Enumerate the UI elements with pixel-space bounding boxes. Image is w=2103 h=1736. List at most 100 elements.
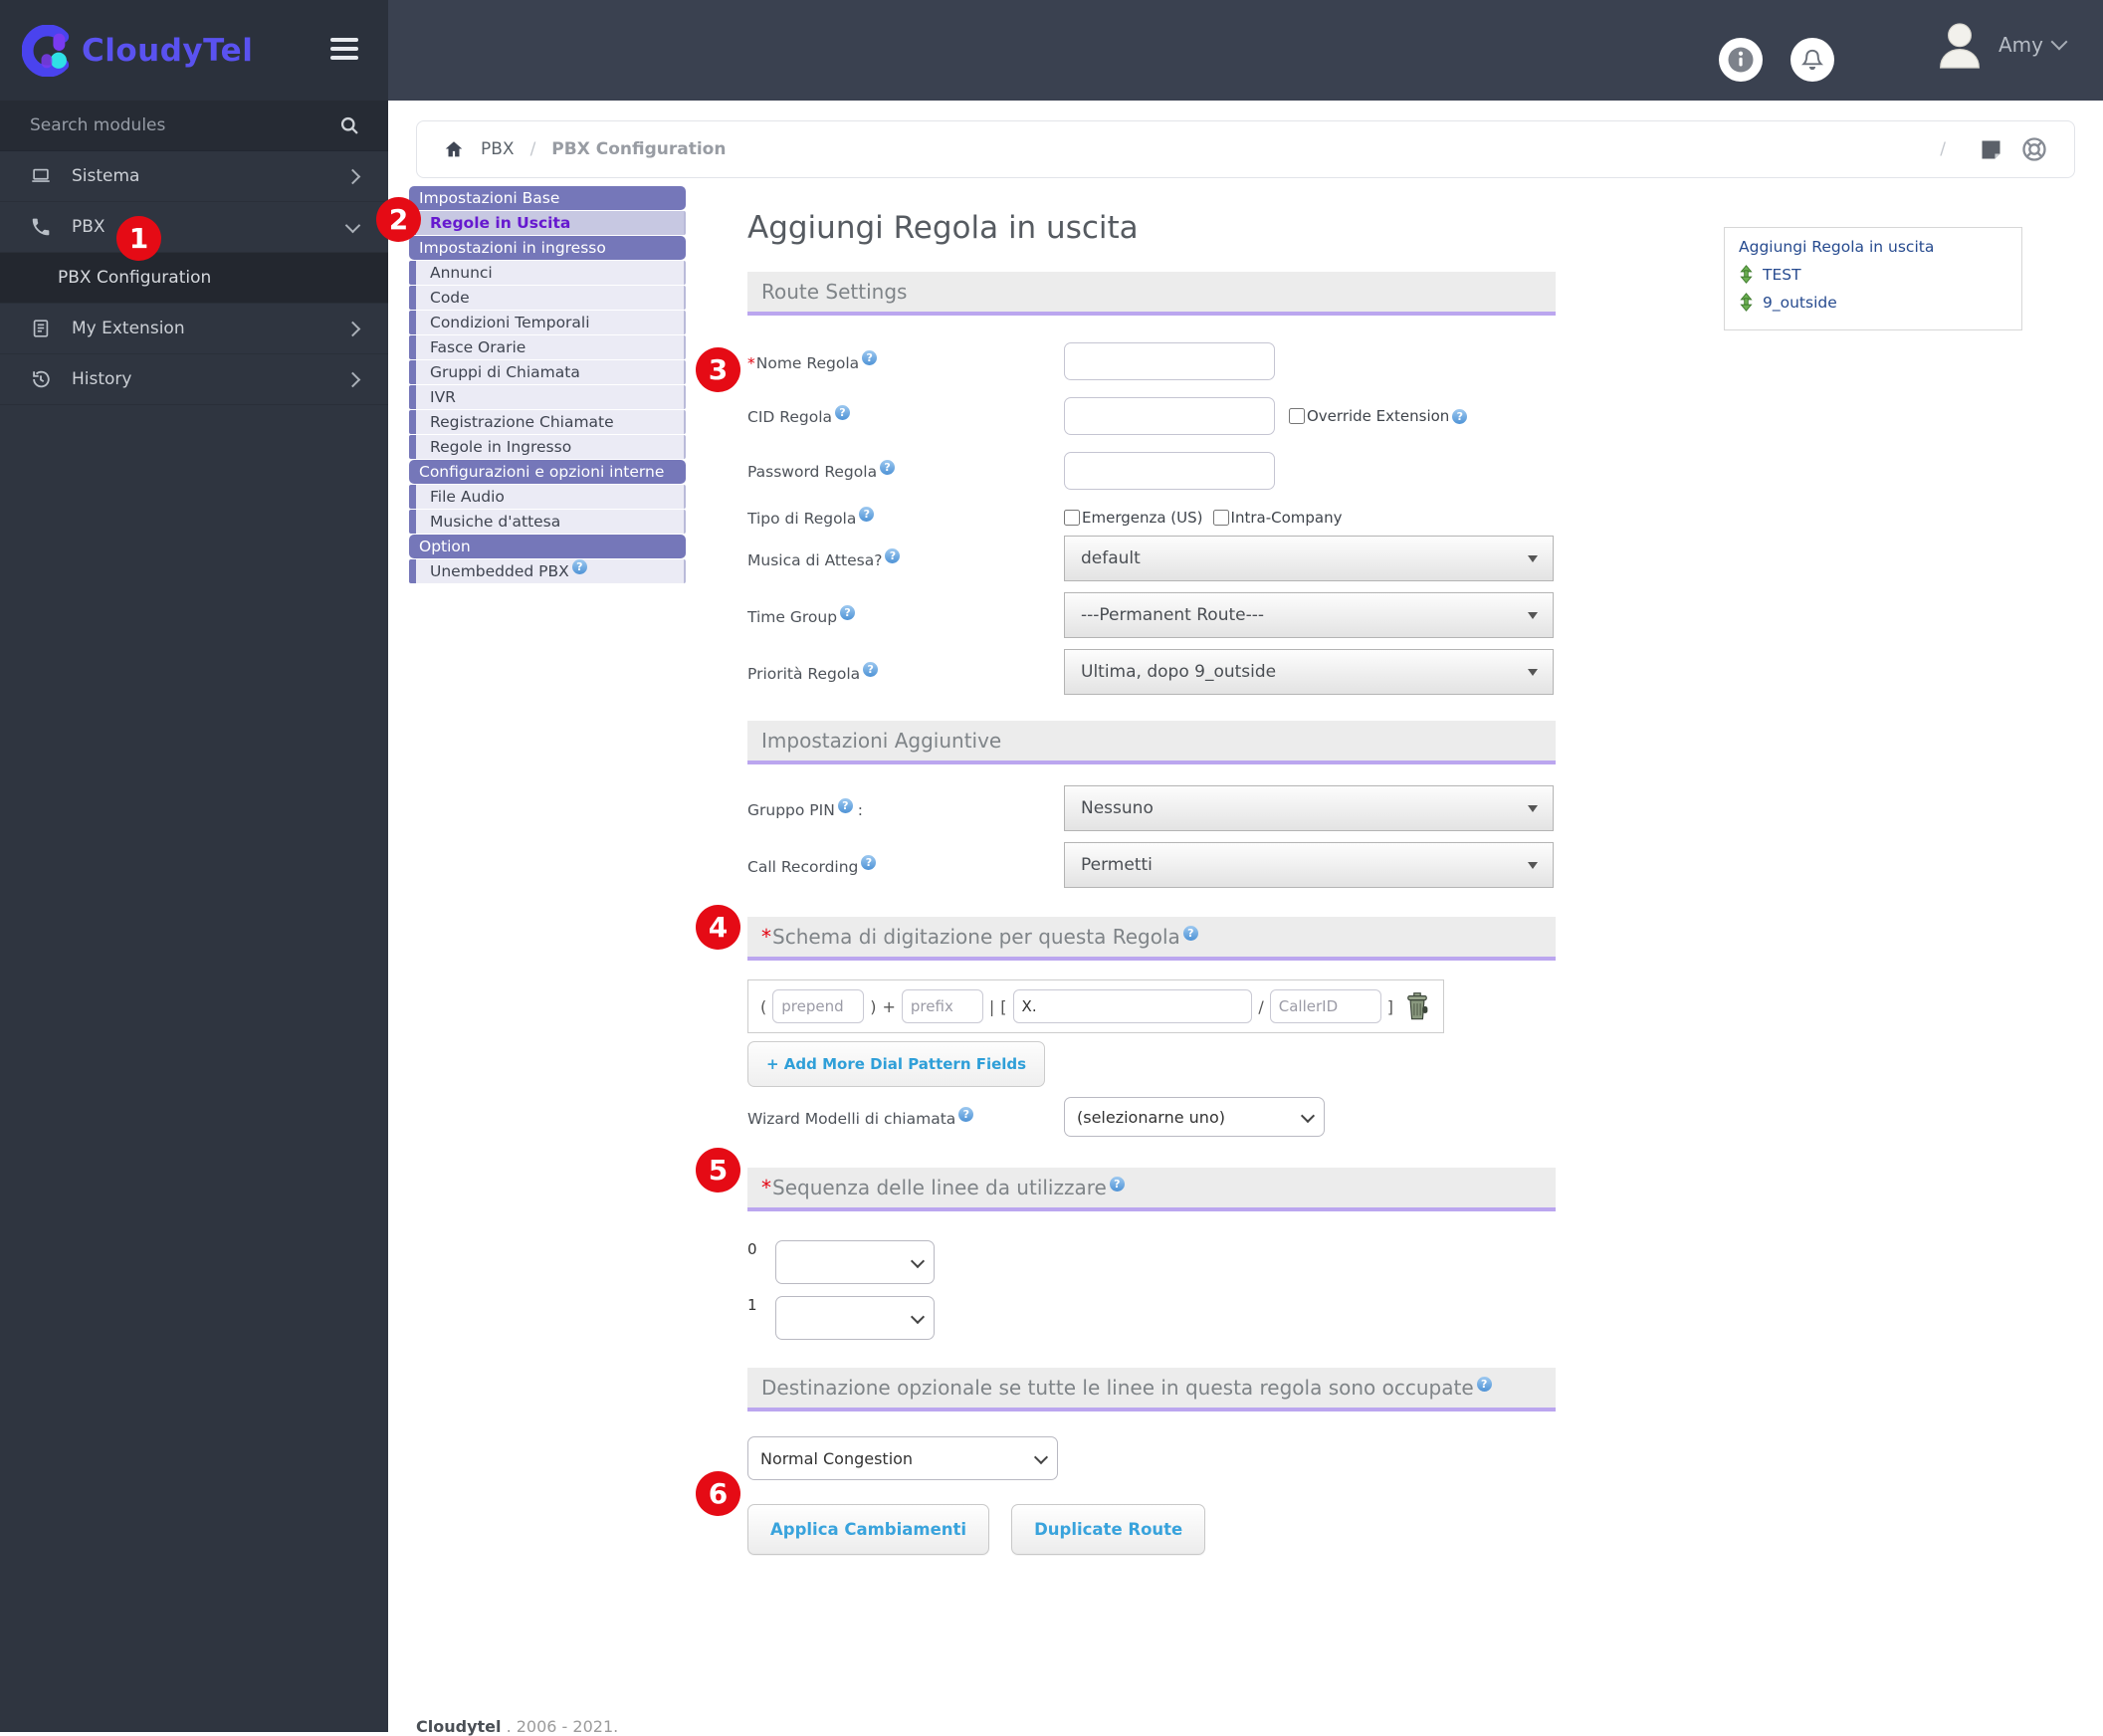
breadcrumb-trailing-slash: /	[1940, 139, 1946, 159]
trash-icon[interactable]	[1403, 991, 1431, 1021]
sidebar-item-my-extension[interactable]: My Extension	[0, 304, 388, 354]
submenu-item-condizioni-temporali[interactable]: Condizioni Temporali	[409, 311, 686, 334]
submenu-item-regole-in-uscita[interactable]: Regole in Uscita	[409, 211, 686, 235]
submenu-item-musiche-dattesa[interactable]: Musiche d'attesa	[409, 510, 686, 534]
submenu-item-gruppi-di-chiamata[interactable]: Gruppi di Chiamata	[409, 360, 686, 384]
section-impostazioni-aggiuntive: Impostazioni Aggiuntive	[747, 721, 1556, 765]
help-icon[interactable]	[571, 559, 587, 574]
row-password-regola: Password Regola	[747, 452, 1556, 490]
add-dial-pattern-button[interactable]: + Add More Dial Pattern Fields	[747, 1041, 1046, 1088]
prefix-input[interactable]	[901, 989, 983, 1024]
search-input[interactable]	[28, 114, 339, 136]
support-lifering-icon[interactable]	[2020, 135, 2048, 163]
help-icon[interactable]	[840, 604, 856, 620]
row-musica-di-attesa: Musica di Attesa? default	[747, 536, 1556, 582]
help-icon[interactable]	[863, 661, 879, 677]
home-icon[interactable]	[443, 138, 465, 160]
submenu-item-unembedded-pbx[interactable]: Unembedded PBX	[409, 559, 686, 583]
emergenza-checkbox[interactable]	[1064, 509, 1080, 526]
user-menu[interactable]: Amy	[1931, 16, 2068, 74]
submenu-item-regole-in-ingresso[interactable]: Regole in Ingresso	[409, 435, 686, 459]
note-icon[interactable]	[1978, 136, 2004, 163]
musica-di-attesa-select[interactable]: default	[1064, 536, 1554, 582]
field-label: Wizard Modelli di chiamata	[747, 1109, 956, 1128]
outbound-route-form: Aggiungi Regola in uscita Route Settings…	[747, 210, 1556, 1556]
intra-company-checkbox[interactable]	[1212, 509, 1229, 526]
submenu-item-fasce-orarie[interactable]: Fasce Orarie	[409, 335, 686, 359]
prepend-input[interactable]	[772, 989, 865, 1024]
password-regola-input[interactable]	[1064, 452, 1275, 490]
help-icon[interactable]	[1476, 1376, 1492, 1392]
sidebar-item-history[interactable]: History	[0, 354, 388, 405]
route-item-test[interactable]: TEST	[1739, 265, 2007, 284]
notifications-button[interactable]	[1790, 38, 1834, 82]
search-icon[interactable]	[339, 115, 360, 136]
sidebar-item-pbx[interactable]: PBX	[0, 202, 388, 253]
info-button[interactable]	[1719, 38, 1763, 82]
submenu-header-impostazioni-base: Impostazioni Base	[409, 186, 686, 210]
field-label: Tipo di Regola	[747, 510, 857, 529]
row-cid-regola: CID Regola Override Extension	[747, 397, 1556, 435]
topbar: Amy	[388, 0, 2103, 101]
apply-changes-button[interactable]: Applica Cambiamenti	[747, 1504, 990, 1556]
info-icon	[1728, 47, 1754, 73]
destination-select[interactable]: Normal Congestion	[747, 1436, 1058, 1481]
override-extension-checkbox[interactable]	[1289, 408, 1305, 424]
help-icon[interactable]	[859, 507, 875, 522]
field-label: Gruppo PIN	[747, 800, 835, 819]
sidebar-item-label: PBX	[72, 217, 105, 237]
hamburger-menu-icon[interactable]	[330, 38, 358, 60]
help-icon[interactable]	[1452, 408, 1468, 424]
help-icon[interactable]	[862, 350, 878, 366]
route-item-9-outside[interactable]: 9_outside	[1739, 293, 2007, 312]
routes-panel-title[interactable]: Aggiungi Regola in uscita	[1739, 238, 2007, 256]
chevron-down-icon	[1300, 1109, 1316, 1124]
help-icon[interactable]	[1182, 925, 1198, 941]
match-pattern-input[interactable]	[1012, 989, 1253, 1024]
submenu-item-file-audio[interactable]: File Audio	[409, 485, 686, 509]
wizard-modelli-select[interactable]: (selezionarne uno)	[1064, 1097, 1325, 1138]
chevron-down-icon	[2050, 33, 2068, 51]
time-group-select[interactable]: ---Permanent Route---	[1064, 592, 1554, 639]
row-time-group: Time Group ---Permanent Route---	[747, 592, 1556, 639]
submenu-header-option: Option	[409, 535, 686, 558]
submenu-item-ivr[interactable]: IVR	[409, 385, 686, 409]
trunk-select-0[interactable]	[775, 1240, 935, 1285]
help-icon[interactable]	[885, 547, 901, 563]
submenu-item-code[interactable]: Code	[409, 286, 686, 310]
nome-regola-input[interactable]	[1064, 342, 1275, 380]
help-icon[interactable]	[1109, 1176, 1125, 1192]
gruppo-pin-select[interactable]: Nessuno	[1064, 785, 1554, 832]
sort-updown-icon[interactable]	[1739, 293, 1754, 312]
footer: Cloudytel . 2006 - 2021.	[416, 1717, 618, 1736]
callerid-input[interactable]	[1269, 989, 1381, 1024]
call-recording-select[interactable]: Permetti	[1064, 842, 1554, 889]
help-icon[interactable]	[958, 1106, 974, 1122]
submenu-item-registrazione-chiamate[interactable]: Registrazione Chiamate	[409, 410, 686, 434]
section-destinazione-opzionale: Destinazione opzionale se tutte le linee…	[747, 1368, 1556, 1412]
annotation-badge-6: 6	[696, 1471, 740, 1516]
help-icon[interactable]	[880, 460, 896, 476]
submenu-item-annunci[interactable]: Annunci	[409, 261, 686, 285]
help-icon[interactable]	[835, 405, 850, 421]
sequence-row-0: 0	[747, 1240, 1556, 1285]
breadcrumb-section[interactable]: PBX	[481, 139, 515, 159]
help-icon[interactable]	[861, 854, 877, 870]
chevron-right-icon	[344, 168, 361, 184]
trunk-select-1[interactable]	[775, 1296, 935, 1341]
cid-regola-input[interactable]	[1064, 397, 1275, 435]
sidebar-item-pbx-configuration[interactable]: PBX Configuration	[0, 253, 388, 304]
chevron-down-icon	[1033, 1450, 1049, 1465]
breadcrumb: PBX / PBX Configuration /	[416, 120, 2075, 178]
dial-pattern-row: () + |[ /]	[747, 979, 1444, 1034]
help-icon[interactable]	[837, 797, 853, 813]
field-label: CID Regola	[747, 408, 832, 427]
field-label: Password Regola	[747, 463, 878, 482]
sidebar-item-label: History	[72, 369, 132, 389]
sort-updown-icon[interactable]	[1739, 265, 1754, 284]
sidebar-item-sistema[interactable]: Sistema	[0, 151, 388, 202]
field-label: Call Recording	[747, 857, 859, 876]
duplicate-route-button[interactable]: Duplicate Route	[1011, 1504, 1206, 1556]
priorita-regola-select[interactable]: Ultima, dopo 9_outside	[1064, 649, 1554, 696]
sidebar-item-label: PBX Configuration	[58, 268, 212, 288]
